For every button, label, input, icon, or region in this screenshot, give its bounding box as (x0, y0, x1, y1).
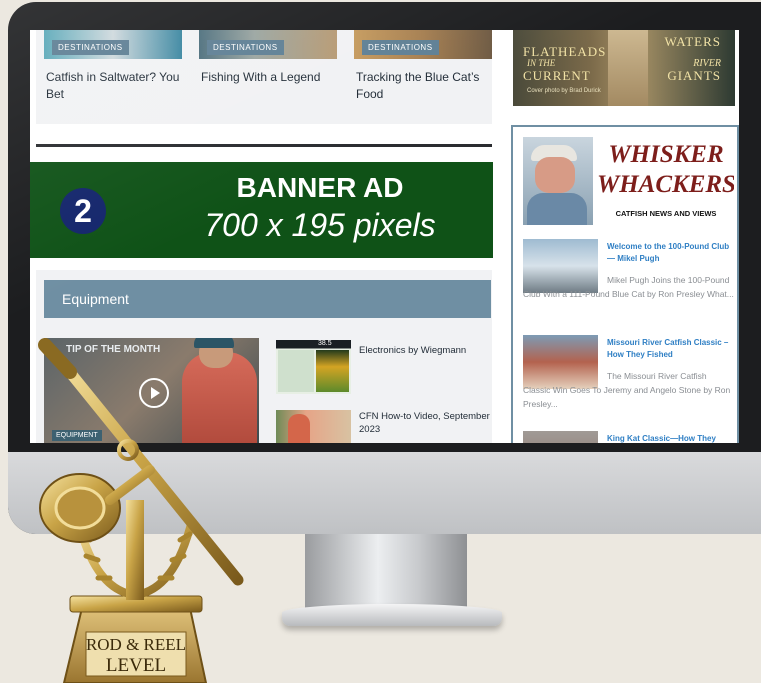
equipment-heading: Equipment (44, 280, 491, 318)
howto-person (288, 414, 310, 443)
video-person-cap (194, 338, 234, 348)
award-base-top (69, 595, 203, 613)
article-thumbnail[interactable]: DESTINATIONS (44, 30, 182, 59)
logo-tagline: CATFISH NEWS AND VIEWS (615, 209, 717, 218)
laurel-leaves (77, 531, 193, 581)
main-column: DESTINATIONS Catfish in Saltwater? You B… (30, 30, 493, 443)
news-title[interactable]: Welcome to the 100-Pound Club — Mikel Pu… (607, 241, 735, 265)
whisker-whackers-widget: WHISKER WHACKERS CATFISH NEWS AND VIEWS … (511, 125, 739, 443)
monitor-base (282, 604, 502, 626)
columnist-face (535, 157, 575, 193)
news-excerpt: Mikel Pugh Joins the 100-Pound Club With… (523, 275, 734, 299)
promo-right-line1: WATERS (664, 34, 721, 49)
section-divider (36, 144, 492, 147)
sonar-scan-pane (316, 350, 349, 392)
category-tag[interactable]: EQUIPMENT (52, 430, 102, 441)
article-card[interactable]: DESTINATIONS Tracking the Blue Cat’s Foo… (354, 30, 492, 103)
equipment-article-link[interactable]: Electronics by Wiegmann (359, 344, 494, 357)
award-plaque-base (62, 607, 208, 683)
ad-number-badge: 2 (60, 188, 106, 234)
category-tag[interactable]: DESTINATIONS (207, 40, 284, 55)
promo-figure (608, 30, 648, 106)
news-title[interactable]: Missouri River Catfish Classic – How The… (607, 337, 735, 361)
promo-left-line2: IN THE (527, 58, 556, 68)
monitor-chin (8, 452, 761, 534)
video-overlay-text: TIP OF THE MONTH (66, 344, 161, 355)
news-thumbnail[interactable] (523, 431, 598, 443)
sonar-readout: 38.5 (318, 340, 332, 347)
article-thumbnail[interactable]: DESTINATIONS (354, 30, 492, 59)
book-promo-banner[interactable]: FLATHEADS IN THE CURRENT WATERS RIVER GI… (513, 30, 735, 106)
video-thumbnail[interactable]: TIP OF THE MONTH EQUIPMENT (44, 338, 259, 443)
columnist-body (527, 193, 587, 225)
article-card[interactable]: DESTINATIONS Catfish in Saltwater? You B… (44, 30, 182, 103)
promo-right-line3: GIANTS (667, 68, 721, 83)
article-title[interactable]: Fishing With a Legend (199, 69, 337, 86)
banner-ad-title: BANNER AD (236, 172, 404, 203)
award-title-line2: LEVEL (106, 655, 166, 676)
award-plate (85, 631, 187, 677)
website-screen: DESTINATIONS Catfish in Saltwater? You B… (30, 30, 739, 443)
news-title[interactable]: King Kat Classic—How They Fished (607, 433, 735, 443)
sidebar: FLATHEADS IN THE CURRENT WATERS RIVER GI… (510, 30, 739, 443)
whisker-whackers-logo[interactable]: WHISKER WHACKERS CATFISH NEWS AND VIEWS (523, 137, 734, 225)
sonar-map-pane (278, 350, 314, 392)
play-icon[interactable] (139, 378, 169, 408)
logo-word-whackers: WHACKERS (597, 171, 734, 198)
banner-ad-size: 700 x 195 pixels (204, 207, 436, 243)
electronics-thumbnail[interactable]: 38.5 (276, 340, 351, 394)
equipment-section: Equipment TIP OF THE MONTH EQUIPMENT 38.… (36, 270, 492, 443)
howto-thumbnail[interactable] (276, 410, 351, 443)
news-excerpt: The Missouri River Catfish Classic Win G… (523, 371, 731, 409)
category-tag[interactable]: DESTINATIONS (362, 40, 439, 55)
category-tag[interactable]: DESTINATIONS (52, 40, 129, 55)
award-title-line1: ROD & REEL (86, 635, 186, 654)
promo-left-line3: CURRENT (523, 68, 591, 83)
article-card[interactable]: DESTINATIONS Fishing With a Legend (199, 30, 337, 86)
article-title[interactable]: Catfish in Saltwater? You Bet (44, 69, 182, 103)
banner-ad-placeholder: 2 BANNER AD 700 x 195 pixels (30, 162, 493, 258)
article-title[interactable]: Tracking the Blue Cat’s Food (354, 69, 492, 103)
equipment-article-link[interactable]: CFN How-to Video, September 2023 (359, 410, 494, 436)
promo-credit: Cover photo by Brad Durick (527, 88, 601, 94)
logo-word-whisker: WHISKER (608, 141, 724, 168)
article-thumbnail[interactable]: DESTINATIONS (199, 30, 337, 59)
monitor-stand (305, 534, 467, 614)
destination-cards: DESTINATIONS Catfish in Saltwater? You B… (36, 30, 492, 124)
